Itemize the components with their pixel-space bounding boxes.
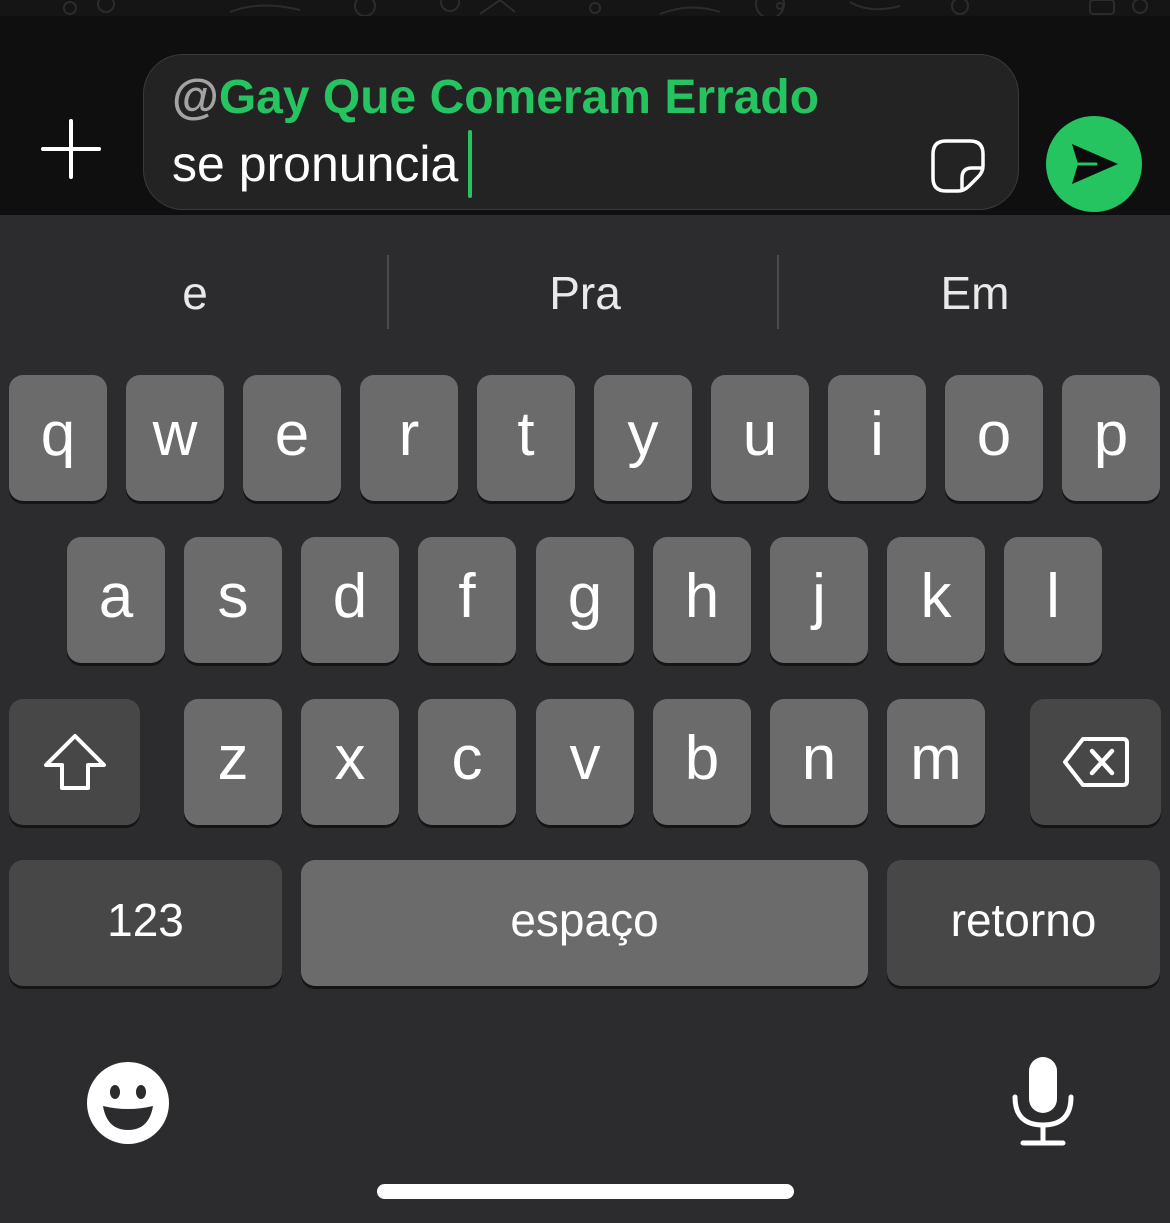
- key-label: r: [398, 400, 420, 469]
- suggestion-divider: [777, 255, 779, 329]
- key-label: c: [451, 724, 483, 793]
- key-label: p: [1093, 400, 1129, 469]
- send-button[interactable]: [1046, 116, 1142, 212]
- key-h[interactable]: h: [653, 537, 751, 663]
- plus-icon: [41, 119, 101, 179]
- space-key[interactable]: espaço: [301, 860, 868, 986]
- key-y[interactable]: y: [594, 375, 692, 501]
- send-icon: [1072, 144, 1118, 184]
- emoji-icon: [87, 1062, 169, 1144]
- key-label: y: [627, 400, 659, 469]
- key-label: k: [920, 562, 952, 631]
- key-label: e: [274, 400, 310, 469]
- key-label: g: [567, 562, 603, 631]
- key-s[interactable]: s: [184, 537, 282, 663]
- key-b[interactable]: b: [653, 699, 751, 825]
- suggestion-1[interactable]: e: [0, 255, 390, 330]
- suggestion-2[interactable]: Pra: [390, 255, 780, 330]
- shift-key[interactable]: [9, 699, 140, 825]
- key-z[interactable]: z: [184, 699, 282, 825]
- backspace-icon: [1062, 737, 1129, 787]
- attach-button[interactable]: [36, 114, 106, 184]
- shift-icon: [43, 734, 106, 790]
- message-composer: @Gay Que Comeram Errado se pronuncia: [0, 16, 1170, 215]
- key-label: u: [742, 400, 778, 469]
- key-label: w: [152, 400, 198, 469]
- key-label: d: [332, 562, 368, 631]
- text-caret: [468, 130, 473, 198]
- key-label: m: [910, 724, 962, 793]
- mention-at-symbol: @: [172, 71, 219, 124]
- key-m[interactable]: m: [887, 699, 985, 825]
- key-label: a: [98, 562, 134, 631]
- key-w[interactable]: w: [126, 375, 224, 501]
- sticker-button[interactable]: [926, 134, 990, 198]
- key-label: h: [684, 562, 720, 631]
- key-label: v: [569, 724, 601, 793]
- key-label: l: [1046, 562, 1060, 631]
- key-r[interactable]: r: [360, 375, 458, 501]
- key-label: retorno: [950, 894, 1097, 946]
- key-k[interactable]: k: [887, 537, 985, 663]
- message-text-value: se pronuncia: [172, 136, 459, 192]
- key-label: n: [801, 724, 837, 793]
- key-label: b: [684, 724, 720, 793]
- dictation-button[interactable]: [1005, 1053, 1081, 1149]
- mention-name: Gay Que Comeram Errado: [218, 71, 820, 124]
- key-label: t: [517, 400, 535, 469]
- key-label: i: [870, 400, 884, 469]
- key-label: j: [812, 562, 826, 631]
- suggestion-divider: [387, 255, 389, 329]
- mention-tag: @Gay Que Comeram Errado: [172, 70, 819, 126]
- key-c[interactable]: c: [418, 699, 516, 825]
- key-q[interactable]: q: [9, 375, 107, 501]
- key-label: s: [217, 562, 249, 631]
- key-g[interactable]: g: [536, 537, 634, 663]
- key-t[interactable]: t: [477, 375, 575, 501]
- key-v[interactable]: v: [536, 699, 634, 825]
- numbers-key[interactable]: 123: [9, 860, 282, 986]
- chat-wallpaper-strip: [0, 0, 1170, 16]
- key-label: z: [217, 724, 249, 793]
- key-u[interactable]: u: [711, 375, 809, 501]
- return-key[interactable]: retorno: [887, 860, 1160, 986]
- key-label: o: [976, 400, 1012, 469]
- screen: @Gay Que Comeram Errado se pronuncia e P…: [0, 0, 1170, 1223]
- suggestion-bar: e Pra Em: [0, 215, 1170, 365]
- key-n[interactable]: n: [770, 699, 868, 825]
- key-l[interactable]: l: [1004, 537, 1102, 663]
- backspace-key[interactable]: [1030, 699, 1161, 825]
- sticker-icon: [931, 139, 985, 193]
- key-f[interactable]: f: [418, 537, 516, 663]
- key-label: x: [334, 724, 366, 793]
- key-o[interactable]: o: [945, 375, 1043, 501]
- key-label: q: [40, 400, 76, 469]
- key-label: f: [458, 562, 476, 631]
- key-d[interactable]: d: [301, 537, 399, 663]
- microphone-icon: [1012, 1057, 1074, 1146]
- suggestion-3[interactable]: Em: [780, 255, 1170, 330]
- key-label: 123: [107, 894, 184, 946]
- emoji-button[interactable]: [85, 1060, 171, 1146]
- key-x[interactable]: x: [301, 699, 399, 825]
- key-p[interactable]: p: [1062, 375, 1160, 501]
- key-a[interactable]: a: [67, 537, 165, 663]
- key-j[interactable]: j: [770, 537, 868, 663]
- key-label: espaço: [510, 894, 659, 946]
- key-e[interactable]: e: [243, 375, 341, 501]
- message-text: se pronuncia: [172, 130, 473, 198]
- home-indicator[interactable]: [377, 1184, 794, 1199]
- key-i[interactable]: i: [828, 375, 926, 501]
- keyboard: e Pra Em q w e r t y u i o p a s d f g h…: [0, 215, 1170, 1223]
